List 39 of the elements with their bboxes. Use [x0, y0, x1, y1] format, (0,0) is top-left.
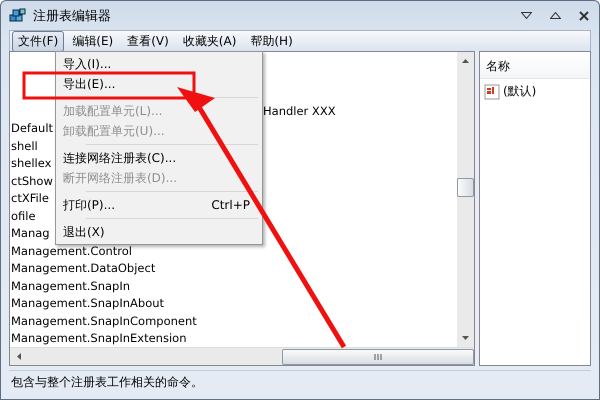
tree-item[interactable]: Management.SnapInComponent: [11, 314, 197, 328]
menu-option[interactable]: 导入(I)...: [58, 54, 260, 74]
tree-item[interactable]: Management.Control: [11, 244, 132, 258]
tree-item[interactable]: Handler XXX: [263, 104, 336, 118]
maximize-icon[interactable]: [550, 12, 561, 19]
status-text: 包含与整个注册表工作相关的命令。: [11, 374, 203, 390]
tree-item[interactable]: ofile: [11, 208, 36, 223]
tree-item[interactable]: Management.DataObject: [11, 261, 156, 276]
tree-item[interactable]: ctXFile: [11, 191, 49, 206]
string-value-icon: [484, 84, 500, 100]
menu-option[interactable]: 打印(P)... Ctrl+P: [58, 195, 260, 215]
menu-item[interactable]: 帮助(H): [244, 30, 299, 52]
scroll-left-icon[interactable]: [17, 353, 21, 360]
close-icon[interactable]: [579, 10, 589, 20]
registry-cubes-icon: [9, 6, 27, 24]
value-name[interactable]: (默认): [503, 83, 536, 100]
tree-item[interactable]: Manag: [11, 226, 50, 240]
tree-item[interactable]: Management.SnapInAbout: [11, 296, 164, 310]
tree-item[interactable]: ctShow: [11, 174, 53, 188]
menu-option[interactable]: 导出(E)...: [58, 74, 260, 94]
menu-item[interactable]: 收藏夹(A): [176, 30, 242, 52]
menu-item[interactable]: 查看(V): [121, 30, 175, 52]
tree-item[interactable]: Management.SnapInExtension: [11, 331, 186, 346]
tree-item[interactable]: Management.SnapIn: [11, 278, 130, 293]
scroll-up-icon[interactable]: [462, 59, 469, 63]
minimize-icon[interactable]: [521, 12, 532, 19]
tree-item[interactable]: shell: [11, 138, 38, 153]
menu-option[interactable]: 退出(X): [58, 222, 260, 242]
scrollbar-thumb[interactable]: [457, 178, 474, 197]
tree-item[interactable]: Default: [11, 121, 54, 136]
menu-item[interactable]: 文件(F): [12, 30, 64, 52]
menu-option[interactable]: 连接网络注册表(C)...: [58, 148, 260, 168]
scroll-down-icon[interactable]: [462, 336, 469, 340]
tree-item[interactable]: shellex: [11, 156, 52, 170]
scrollbar-thumb[interactable]: [282, 348, 474, 364]
grip-icon: [374, 354, 382, 360]
menu-item[interactable]: 编辑(E): [66, 30, 120, 52]
window-title: 注册表编辑器: [33, 8, 111, 24]
shortcut-text: Ctrl+P: [211, 198, 250, 212]
